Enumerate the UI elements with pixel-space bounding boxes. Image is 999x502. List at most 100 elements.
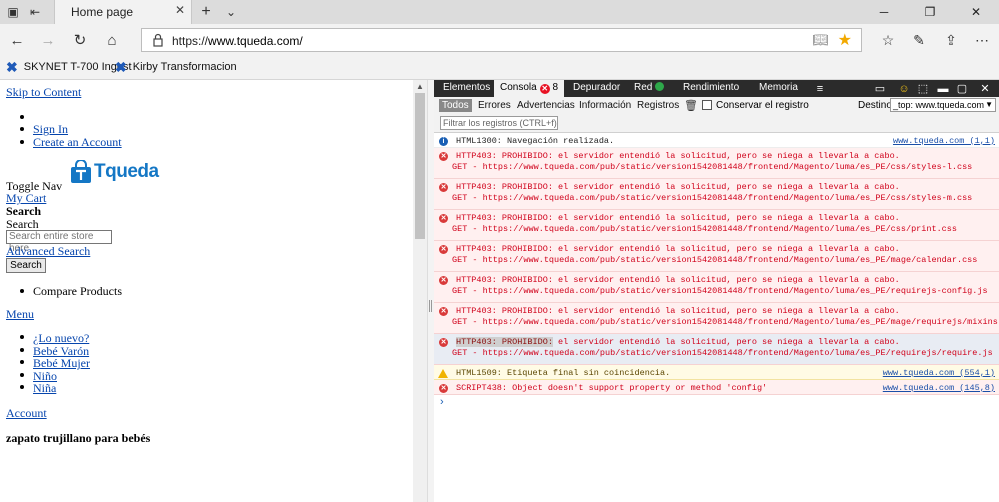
clear-console-icon[interactable]: 🗑︎: [684, 99, 698, 112]
feedback-smiley-icon[interactable]: ☺: [897, 82, 911, 95]
home-icon[interactable]: ⌂: [102, 30, 122, 50]
close-window-button[interactable]: ✕: [953, 0, 999, 24]
add-notes-icon[interactable]: ✎: [908, 30, 930, 50]
console-message[interactable]: ✕ HTTP403: PROHIBIDO: el servidor entend…: [434, 210, 999, 241]
dock-options-icon[interactable]: ⬚: [916, 82, 930, 95]
request-url[interactable]: GET - https://www.tqueda.com/pub/static/…: [452, 317, 999, 327]
filter-errors[interactable]: Errores: [478, 99, 511, 112]
menu-link[interactable]: Menu: [6, 307, 34, 322]
dock-bottom-icon[interactable]: ▬: [936, 82, 950, 95]
shopping-bag-icon: [71, 160, 91, 183]
refresh-button[interactable]: ↻: [70, 30, 90, 50]
tab-network[interactable]: Red: [634, 80, 665, 97]
filter-warnings[interactable]: Advertencias: [517, 99, 575, 112]
page-scrollbar[interactable]: ▲: [413, 80, 427, 502]
favorite-skynet[interactable]: ✖ SKYNET T-700 Ingest: [6, 59, 132, 75]
error-code: HTTP403: PROHIBIDO:: [456, 306, 553, 316]
error-count: 8: [552, 82, 559, 93]
tab-title: Home page: [71, 5, 134, 19]
console-message[interactable]: i HTML1300: Navegación realizada. www.tq…: [434, 133, 999, 148]
error-description: el servidor entendió la solicitud, pero …: [552, 151, 900, 161]
more-options-icon[interactable]: ⋯: [971, 30, 993, 50]
console-message-selected[interactable]: ✕ HTTP403: PROHIBIDO: el servidor entend…: [434, 334, 999, 365]
forward-button[interactable]: →: [38, 30, 58, 50]
bookmark-icon: ✖: [6, 59, 18, 75]
skip-to-content-link[interactable]: Skip to Content: [6, 85, 81, 100]
console-drawer-icon[interactable]: ▭: [873, 82, 887, 95]
preserve-log-checkbox[interactable]: [702, 100, 712, 110]
address-bar[interactable]: https://www.tqueda.com/ 📖︎ ★: [141, 28, 862, 52]
favorite-kirby[interactable]: ✖ Kirby Transformacion: [115, 60, 237, 74]
account-link[interactable]: Account: [6, 406, 47, 421]
error-icon: ✕: [539, 84, 550, 94]
message-text: HTTP403: PROHIBIDO: el servidor entendió…: [456, 306, 900, 316]
message-text: HTTP403: PROHIBIDO: el servidor entendió…: [456, 213, 900, 223]
tab-home-page[interactable]: Home page ✕: [54, 0, 192, 24]
console-message[interactable]: HTML1509: Etiqueta final sin coincidenci…: [434, 365, 999, 380]
filter-all[interactable]: Todos: [439, 99, 472, 112]
message-text: HTTP403: PROHIBIDO: el servidor entendió…: [456, 337, 900, 347]
error-icon: ✕: [439, 245, 448, 254]
target-label: Destino: [858, 100, 892, 111]
request-url[interactable]: GET - https://www.tqueda.com/pub/static/…: [452, 162, 972, 172]
tab-memory[interactable]: Memoria: [759, 80, 798, 97]
console-filter-input[interactable]: Filtrar los registros (CTRL+f): [440, 116, 558, 130]
error-icon: ✕: [439, 183, 448, 192]
splitter-grip-icon[interactable]: [429, 300, 432, 312]
favorite-star-icon[interactable]: ★: [838, 30, 852, 50]
message-text: HTTP403: PROHIBIDO: el servidor entendió…: [456, 151, 900, 161]
tab-elements[interactable]: Elementos: [443, 80, 490, 97]
more-tools-icon[interactable]: ≡: [813, 82, 827, 95]
target-select[interactable]: _top: www.tqueda.com ▼: [890, 98, 996, 112]
console-prompt-icon[interactable]: ›: [440, 396, 444, 408]
reading-view-icon[interactable]: 📖︎: [812, 32, 829, 48]
devtools-splitter[interactable]: [427, 80, 434, 502]
tab-performance[interactable]: Rendimiento: [683, 80, 739, 97]
request-url[interactable]: GET - https://www.tqueda.com/pub/static/…: [452, 255, 977, 265]
request-url[interactable]: GET - https://www.tqueda.com/pub/static/…: [452, 193, 972, 203]
message-text: HTTP403: PROHIBIDO: el servidor entendió…: [456, 275, 900, 285]
favorites-hub-icon[interactable]: ☆: [877, 30, 899, 50]
back-button[interactable]: ←: [7, 30, 27, 50]
request-url[interactable]: GET - https://www.tqueda.com/pub/static/…: [452, 286, 988, 296]
error-description: el servidor entendió la solicitud, pero …: [552, 306, 900, 316]
tab-actions-icon[interactable]: ▣: [4, 3, 22, 21]
tab-console[interactable]: Consola ✕ 8: [494, 80, 565, 97]
source-link[interactable]: www.tqueda.com (1,1): [893, 136, 995, 146]
request-url[interactable]: GET - https://www.tqueda.com/pub/static/…: [452, 224, 957, 234]
console-message[interactable]: ✕ SCRIPT438: Object doesn't support prop…: [434, 380, 999, 395]
close-devtools-icon[interactable]: ✕: [978, 82, 992, 95]
console-message[interactable]: ✕ HTTP403: PROHIBIDO: el servidor entend…: [434, 303, 999, 334]
create-account-link[interactable]: Create an Account: [33, 135, 122, 150]
navigation-bar: ← → ↻ ⌂ https://www.tqueda.com/ 📖︎ ★ ☆ ✎…: [0, 24, 999, 56]
site-logo[interactable]: Tqueda: [70, 160, 159, 184]
console-message[interactable]: ✕ HTTP403: PROHIBIDO: el servidor entend…: [434, 179, 999, 210]
console-output: i HTML1300: Navegación realizada. www.tq…: [434, 133, 999, 502]
source-link[interactable]: www.tqueda.com (554,1): [883, 368, 995, 378]
restore-button[interactable]: ❐: [907, 0, 953, 24]
undock-icon[interactable]: ▢: [955, 82, 969, 95]
search-button[interactable]: Search: [6, 258, 46, 273]
scrollbar-thumb[interactable]: [415, 93, 425, 239]
chevron-down-icon[interactable]: ⌄: [222, 3, 240, 21]
console-message[interactable]: ✕ HTTP403: PROHIBIDO: el servidor entend…: [434, 148, 999, 179]
new-tab-button[interactable]: +: [197, 3, 215, 21]
filter-info[interactable]: Información: [579, 99, 631, 112]
advanced-search-link[interactable]: Advanced Search: [6, 244, 90, 259]
filter-logs[interactable]: Registros: [637, 99, 679, 112]
error-icon: ✕: [439, 152, 448, 161]
console-message[interactable]: ✕ HTTP403: PROHIBIDO: el servidor entend…: [434, 241, 999, 272]
menu-item-girl[interactable]: Niña: [33, 381, 56, 396]
set-tabs-aside-icon[interactable]: ⇤: [26, 3, 44, 21]
request-url[interactable]: GET - https://www.tqueda.com/pub/static/…: [452, 348, 993, 358]
source-link[interactable]: www.tqueda.com (145,8): [883, 383, 995, 393]
close-tab-icon[interactable]: ✕: [175, 3, 185, 17]
console-message[interactable]: ✕ HTTP403: PROHIBIDO: el servidor entend…: [434, 272, 999, 303]
url-text[interactable]: https://www.tqueda.com/: [172, 34, 303, 48]
scroll-up-icon[interactable]: ▲: [416, 82, 424, 91]
tab-debugger[interactable]: Depurador: [573, 80, 620, 97]
minimize-button[interactable]: ─: [861, 0, 907, 24]
search-input[interactable]: Search entire store here...: [6, 230, 112, 254]
error-code: HTTP403: PROHIBIDO:: [456, 337, 553, 347]
share-icon[interactable]: ⇪: [940, 30, 962, 50]
